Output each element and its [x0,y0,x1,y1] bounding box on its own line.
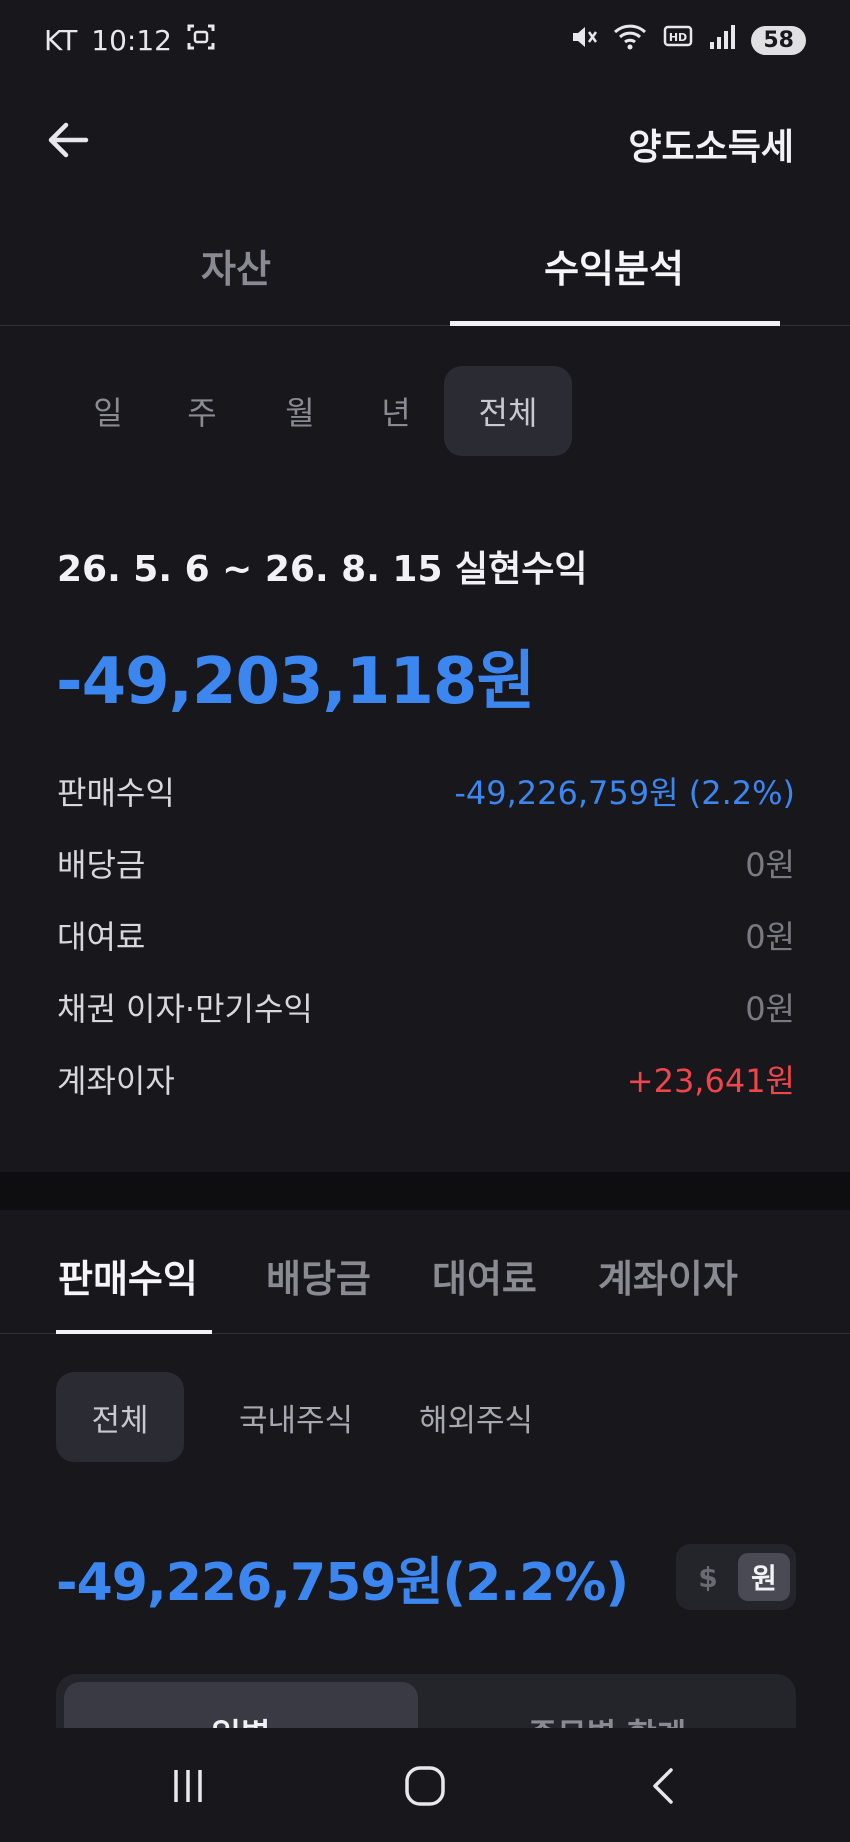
breakdown-label: 판매수익 [57,774,175,812]
hd-voice-icon: HD [663,22,693,59]
filter-all[interactable]: 전체 [56,1372,184,1462]
breakdown-value: 0원 [745,846,795,884]
mute-icon [569,22,599,59]
tab-sales-profit[interactable]: 판매수익 [58,1248,198,1303]
currency-dollar-option[interactable]: $ [682,1553,734,1601]
svg-text:HD: HD [669,31,687,44]
breakdown-row-dividend: 배당금 0원 [57,838,795,888]
main-tabs: 자산 수익분석 [0,220,850,326]
signal-icon [707,22,737,59]
tab-account-interest[interactable]: 계좌이자 [598,1248,738,1303]
chevron-left-icon [653,1768,673,1804]
period-all[interactable]: 전체 [444,366,572,456]
breakdown-value: +23,641원 [626,1062,795,1100]
breakdown-row-lending-fee: 대여료 0원 [57,910,795,960]
tab-lending-fee[interactable]: 대여료 [432,1248,537,1303]
period-day[interactable]: 일 [84,366,132,456]
battery-indicator: 58 [751,25,806,55]
breakdown-label: 대여료 [57,918,146,956]
section-divider [0,1172,850,1210]
breakdown-label: 계좌이자 [57,1062,175,1100]
breakdown-label: 배당금 [57,846,146,884]
carrier-label: KT [44,23,78,57]
breakdown-label: 채권 이자·만기수익 [57,990,313,1028]
market-filter: 전체 국내주식 해외주식 [56,1372,796,1462]
home-button[interactable] [395,1758,455,1814]
breakdown-row-sales: 판매수익 -49,226,759원 (2.2%) [57,766,795,816]
period-month[interactable]: 월 [276,366,324,456]
filter-overseas-stocks[interactable]: 해외주식 [404,1372,548,1462]
breakdown-row-bond-interest: 채권 이자·만기수익 0원 [57,982,795,1032]
header: 양도소득세 [0,100,850,180]
currency-toggle[interactable]: $ 원 [676,1544,796,1610]
capital-gains-tax-link[interactable]: 양도소득세 [628,118,794,170]
active-subtab-indicator [56,1330,212,1334]
wifi-icon [613,22,649,59]
home-icon [405,1766,445,1806]
breakdown-value: 0원 [745,918,795,956]
recent-apps-icon [174,1770,202,1802]
system-nav-bar [0,1728,850,1842]
period-selector: 일 주 월 년 전체 [56,366,796,456]
status-bar: KT 10:12 HD 58 [0,0,850,80]
breakdown-row-account-interest: 계좌이자 +23,641원 [57,1054,795,1104]
back-button[interactable] [40,112,96,168]
system-back-button[interactable] [634,1758,694,1814]
realized-profit-period: 26. 5. 6 ~ 26. 8. 15 실현수익 [57,549,588,590]
period-year[interactable]: 년 [372,366,420,456]
tab-asset[interactable]: 자산 [86,238,386,293]
tab-profit-analysis[interactable]: 수익분석 [464,238,764,293]
realized-profit-total: -49,203,118원 [56,645,535,719]
clock: 10:12 [91,23,172,57]
recent-apps-button[interactable] [158,1758,218,1814]
active-tab-indicator [450,321,780,326]
filter-domestic-stocks[interactable]: 국내주식 [224,1372,368,1462]
profit-category-tabs: 판매수익 배당금 대여료 계좌이자 [0,1210,850,1334]
breakdown-value: -49,226,759원 (2.2%) [454,774,795,812]
screenshot-icon [186,22,216,59]
breakdown-value: 0원 [745,990,795,1028]
period-week[interactable]: 주 [178,366,226,456]
arrow-left-icon [48,122,89,158]
currency-won-option[interactable]: 원 [738,1553,790,1601]
sales-profit-total: -49,226,759원(2.2%) [56,1553,629,1613]
tab-dividend[interactable]: 배당금 [266,1248,371,1303]
